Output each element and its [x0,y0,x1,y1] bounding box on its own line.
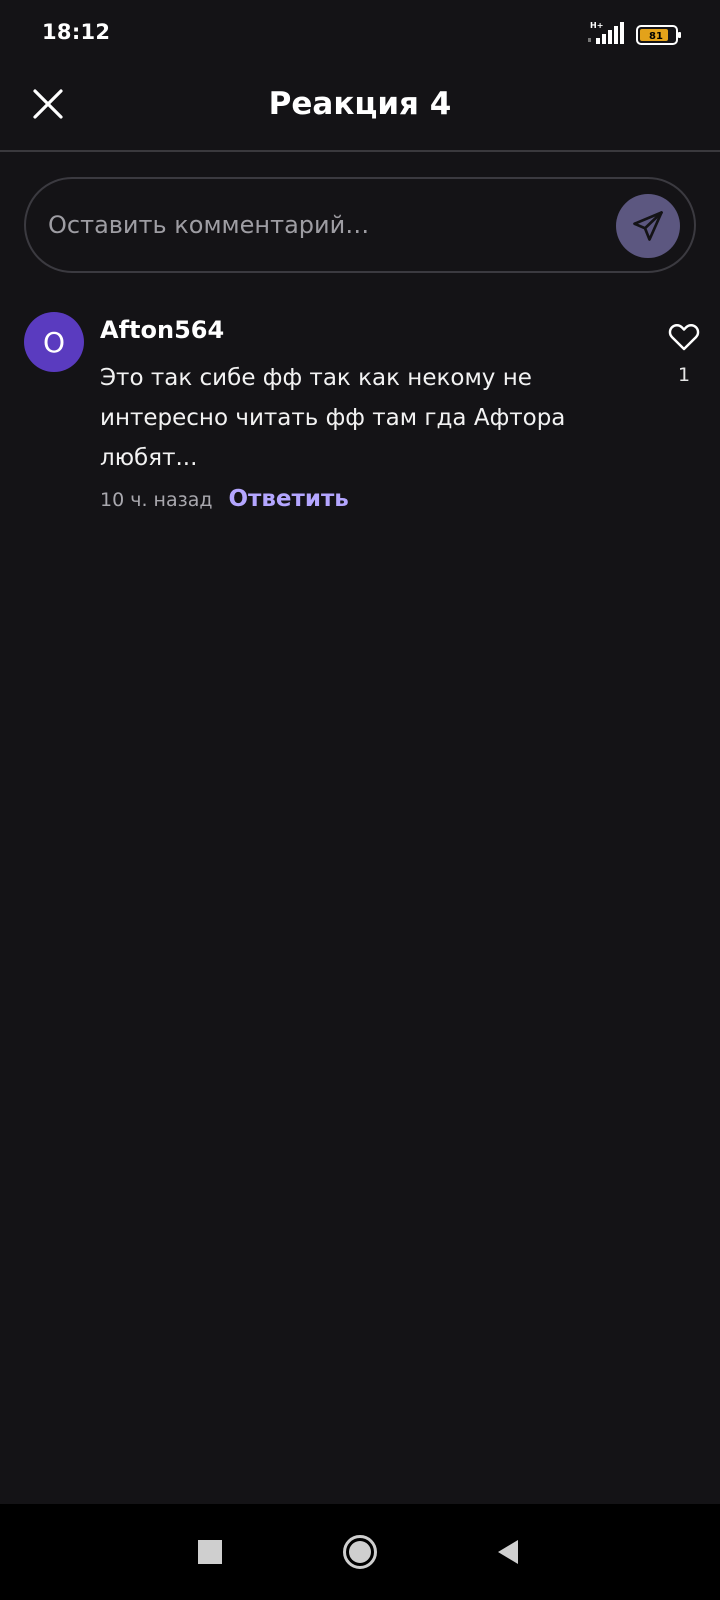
comment-meta: 10 ч. назад Ответить [100,486,349,512]
system-nav-bar [0,1504,720,1600]
comment-input-container [24,177,696,273]
battery-icon: 81 [636,25,681,45]
avatar[interactable]: O [24,312,84,372]
square-icon [198,1540,222,1564]
home-button[interactable] [338,1528,382,1576]
like-button[interactable] [664,318,704,354]
comment-text: Это так сибе фф так как некому не интере… [100,365,566,471]
like-count: 1 [677,364,691,386]
reply-button[interactable]: Ответить [228,486,348,512]
recents-button[interactable] [190,1528,230,1576]
header: Реакция 4 [0,70,720,152]
page-title: Реакция 4 [268,86,452,122]
comment-author[interactable]: Afton564 [100,316,224,344]
heart-icon [668,324,700,351]
status-time: 18:12 [42,20,111,44]
network-type-label: H+ [590,21,603,30]
signal-icon: H+ [588,21,624,44]
back-button[interactable] [488,1528,528,1576]
comment-input[interactable] [48,203,588,247]
status-bar: 18:12 H+ 81 [0,0,720,70]
comment-time: 10 ч. назад [100,489,213,511]
battery-level: 81 [649,31,663,42]
send-icon [633,211,663,241]
circle-icon [343,1535,377,1569]
triangle-back-icon [498,1540,518,1564]
send-button[interactable] [616,194,680,258]
